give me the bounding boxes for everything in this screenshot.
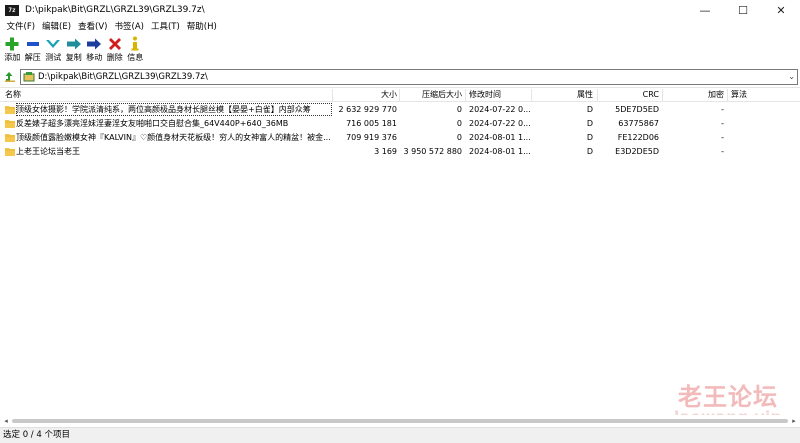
path-dropdown-icon[interactable]: ⌄ [788, 70, 795, 84]
file-attributes: D [586, 105, 593, 114]
maximize-button[interactable]: ☐ [724, 0, 762, 20]
file-encrypted: - [721, 133, 724, 142]
info-button[interactable]: 信息 [125, 35, 146, 67]
file-crc: 5DE7D5ED [615, 105, 659, 114]
test-label: 测试 [45, 53, 62, 62]
copy-button[interactable]: 复制 [64, 35, 85, 67]
file-modified: 2024-07-22 0... [469, 119, 531, 128]
file-name: 顶级女体摄影！学院派清纯系，两位高颜极品身材长腿丝模【晏晏+白雀】内部众筹 [16, 103, 332, 116]
column-header: 名称 大小 压缩后大小 修改时间 属性 CRC 加密 算法 [0, 88, 800, 102]
drive-icon [23, 71, 35, 83]
info-label: 信息 [127, 53, 144, 62]
scroll-right-icon[interactable]: ▸ [788, 415, 800, 427]
file-packed-size: 0 [456, 133, 462, 142]
file-size: 3 169 [374, 147, 397, 156]
delete-label: 删除 [106, 53, 123, 62]
column-crc[interactable]: CRC [598, 88, 659, 102]
column-size[interactable]: 大小 [333, 88, 397, 102]
info-icon [126, 35, 144, 52]
horizontal-scrollbar[interactable]: ◂ ▸ [0, 415, 800, 427]
column-divider[interactable] [465, 89, 466, 101]
title-bar: 7z D:\pikpak\Bit\GRZL\GRZL39\GRZL39.7z\ … [0, 0, 800, 20]
path-input[interactable]: D:\pikpak\Bit\GRZL\GRZL39\GRZL39.7z\ ⌄ [20, 69, 798, 85]
file-modified: 2024-08-01 1... [469, 133, 531, 142]
file-name: 反差婊子超多漂亮淫妹淫妻淫女友啪啪口交自慰合集_64V440P+640_36MB [16, 119, 289, 128]
watermark-title: 老王论坛 [678, 383, 778, 411]
delete-button[interactable]: 删除 [105, 35, 126, 67]
menu-bookmarks[interactable]: 书签(A) [111, 20, 147, 35]
column-divider[interactable] [727, 89, 728, 101]
folder-icon [5, 148, 15, 156]
table-row[interactable]: 顶级女体摄影！学院派清纯系，两位高颜极品身材长腿丝模【晏晏+白雀】内部众筹 2 … [0, 103, 800, 116]
minus-icon [24, 35, 42, 52]
plus-icon [3, 35, 21, 52]
extract-button[interactable]: 解压 [23, 35, 44, 67]
file-encrypted: - [721, 119, 724, 128]
app-icon: 7z [5, 4, 19, 16]
extract-label: 解压 [24, 53, 41, 62]
file-modified: 2024-07-22 0... [469, 105, 531, 114]
address-bar: D:\pikpak\Bit\GRZL\GRZL39\GRZL39.7z\ ⌄ [0, 68, 800, 86]
minimize-button[interactable]: — [686, 0, 724, 20]
status-bar: 选定 0 / 4 个项目 [0, 427, 800, 443]
column-encrypted[interactable]: 加密 [663, 88, 724, 102]
x-icon [106, 35, 124, 52]
file-crc: 63775867 [618, 119, 659, 128]
file-modified: 2024-08-01 1... [469, 147, 531, 156]
file-attributes: D [586, 119, 593, 128]
file-crc: FE122D06 [617, 133, 659, 142]
file-attributes: D [586, 147, 593, 156]
test-button[interactable]: 测试 [43, 35, 64, 67]
menu-edit[interactable]: 编辑(E) [39, 20, 75, 35]
check-icon [44, 35, 62, 52]
window-controls: — ☐ ✕ [686, 0, 800, 20]
add-button[interactable]: 添加 [2, 35, 23, 67]
file-packed-size: 0 [456, 119, 462, 128]
path-text: D:\pikpak\Bit\GRZL\GRZL39\GRZL39.7z\ [38, 72, 208, 82]
menu-help[interactable]: 帮助(H) [183, 20, 220, 35]
close-button[interactable]: ✕ [762, 0, 800, 20]
file-encrypted: - [721, 147, 724, 156]
up-folder-button[interactable] [3, 70, 17, 84]
file-size: 709 919 376 [346, 133, 397, 142]
window-title: D:\pikpak\Bit\GRZL\GRZL39\GRZL39.7z\ [25, 5, 205, 15]
column-method[interactable]: 算法 [731, 88, 747, 102]
up-arrow-icon [5, 72, 15, 82]
column-modified[interactable]: 修改时间 [469, 88, 501, 102]
menu-bar: 文件(F) 编辑(E) 查看(V) 书签(A) 工具(T) 帮助(H) [0, 20, 800, 35]
menu-view[interactable]: 查看(V) [75, 20, 111, 35]
table-row[interactable]: 上老王论坛当老王 3 169 3 950 572 880 2024-08-01 … [0, 145, 800, 158]
file-attributes: D [586, 133, 593, 142]
file-name: 顶级颜值露脸嫩模女神『KALVIN』♡颜值身材天花板级！穷人的女神富人的精盆！被… [16, 133, 331, 142]
scrollbar-thumb[interactable] [12, 419, 788, 423]
menu-tools[interactable]: 工具(T) [147, 20, 183, 35]
column-attributes[interactable]: 属性 [532, 88, 593, 102]
file-crc: E3D2DE5D [615, 147, 659, 156]
status-text: 选定 0 / 4 个项目 [3, 430, 70, 440]
file-list: 名称 大小 压缩后大小 修改时间 属性 CRC 加密 算法 顶级女体摄影！学院派… [0, 87, 800, 425]
file-size: 2 632 929 770 [338, 105, 397, 114]
folder-icon [5, 134, 15, 142]
add-label: 添加 [4, 53, 21, 62]
copy-label: 复制 [65, 53, 82, 62]
move-label: 移动 [86, 53, 103, 62]
column-packed-size[interactable]: 压缩后大小 [400, 88, 462, 102]
table-row[interactable]: 反差婊子超多漂亮淫妹淫妻淫女友啪啪口交自慰合集_64V440P+640_36MB… [0, 117, 800, 130]
double-arrow-icon [65, 35, 83, 52]
file-packed-size: 3 950 572 880 [403, 147, 462, 156]
file-name: 上老王论坛当老王 [16, 147, 80, 156]
toolbar: 添加 解压 测试 复制 移动 删除 信息 [0, 35, 800, 67]
table-row[interactable]: 顶级颜值露脸嫩模女神『KALVIN』♡颜值身材天花板级！穷人的女神富人的精盆！被… [0, 131, 800, 144]
column-name[interactable]: 名称 [5, 88, 21, 102]
scroll-left-icon[interactable]: ◂ [0, 415, 12, 427]
arrow-right-icon [85, 35, 103, 52]
folder-icon [5, 106, 15, 114]
file-encrypted: - [721, 105, 724, 114]
folder-icon [5, 120, 15, 128]
menu-file[interactable]: 文件(F) [3, 20, 39, 35]
file-size: 716 005 181 [346, 119, 397, 128]
file-packed-size: 0 [456, 105, 462, 114]
move-button[interactable]: 移动 [84, 35, 105, 67]
